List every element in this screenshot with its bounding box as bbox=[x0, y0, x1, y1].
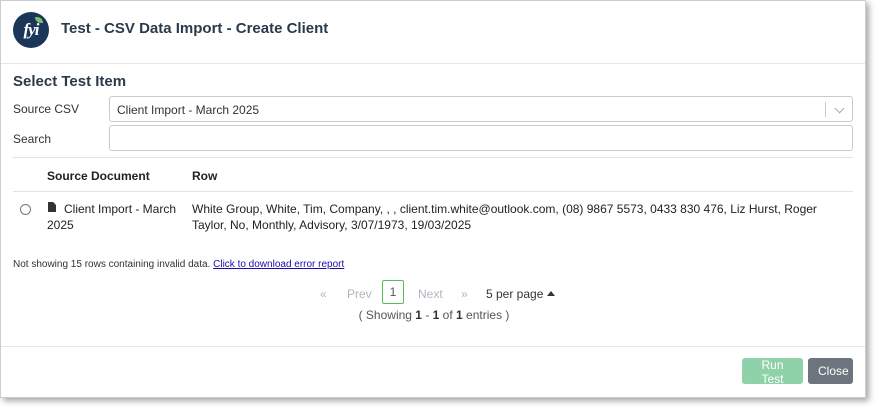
download-error-report-link[interactable]: Click to download error report bbox=[213, 259, 344, 270]
showing-entries: ( Showing 1 - 1 of 1 entries ) bbox=[1, 308, 867, 322]
pagination: « Prev 1 Next » 5 per page bbox=[1, 280, 867, 306]
search-label: Search bbox=[13, 132, 52, 146]
dialog-header: fyi Test - CSV Data Import - Create Clie… bbox=[1, 1, 865, 64]
search-input[interactable] bbox=[109, 125, 853, 151]
last-page-button[interactable]: » bbox=[461, 287, 468, 301]
entries-suffix: entries ) bbox=[462, 308, 510, 322]
invalid-data-text: Not showing 15 rows containing invalid d… bbox=[13, 259, 211, 270]
run-test-button[interactable]: Run Test bbox=[742, 358, 803, 386]
row-source-document: Client Import - March 2025 bbox=[47, 202, 177, 232]
logo-text: fyi bbox=[23, 20, 40, 39]
footer-divider bbox=[1, 346, 865, 347]
prev-page-button[interactable]: Prev bbox=[347, 287, 372, 301]
range-of: of bbox=[439, 308, 457, 322]
dialog-title: Test - CSV Data Import - Create Client bbox=[61, 20, 329, 37]
chevron-down-icon[interactable] bbox=[834, 103, 845, 114]
section-title: Select Test Item bbox=[13, 73, 127, 90]
table-top-divider bbox=[13, 157, 853, 158]
column-header-source-document: Source Document bbox=[47, 169, 150, 183]
source-csv-select[interactable]: Client Import - March 2025 bbox=[109, 96, 853, 122]
modal-dialog: fyi Test - CSV Data Import - Create Clie… bbox=[0, 0, 866, 398]
range-start: 1 bbox=[415, 308, 422, 322]
next-page-button[interactable]: Next bbox=[418, 287, 443, 301]
fyi-logo: fyi bbox=[13, 12, 49, 48]
range-separator: - bbox=[421, 308, 433, 322]
caret-up-icon[interactable] bbox=[547, 291, 555, 296]
row-data: White Group, White, Tim, Company, , , cl… bbox=[192, 202, 817, 232]
per-page-select[interactable]: 5 per page bbox=[486, 287, 543, 301]
header-divider bbox=[13, 191, 853, 192]
invalid-data-note: Not showing 15 rows containing invalid d… bbox=[13, 259, 344, 270]
source-csv-value: Client Import - March 2025 bbox=[117, 103, 260, 117]
first-page-button[interactable]: « bbox=[320, 287, 327, 301]
range-total: 1 bbox=[456, 308, 463, 322]
showing-prefix: ( Showing bbox=[358, 308, 416, 322]
close-button[interactable]: Close bbox=[808, 358, 853, 384]
select-separator bbox=[825, 102, 826, 117]
row-select-radio[interactable] bbox=[20, 204, 31, 215]
page-1-button[interactable]: 1 bbox=[382, 280, 404, 304]
column-header-row: Row bbox=[192, 169, 218, 183]
source-csv-label: Source CSV bbox=[13, 102, 80, 116]
